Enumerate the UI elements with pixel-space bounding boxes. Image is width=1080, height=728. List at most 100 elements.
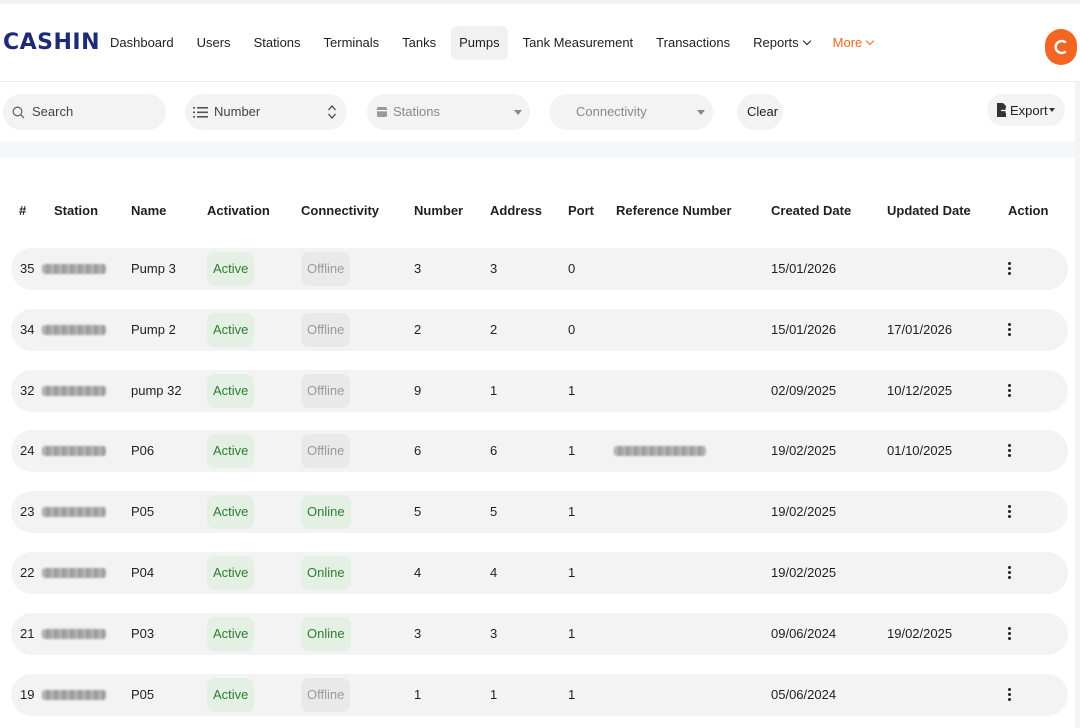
activation-badge: Active xyxy=(207,434,255,469)
cell-address: 1 xyxy=(490,686,498,702)
search-icon xyxy=(12,106,25,119)
cell-id: 22 xyxy=(20,565,35,580)
connectivity-badge: Offline xyxy=(301,252,351,286)
column-header-action[interactable]: Action xyxy=(1008,203,1048,218)
table-row[interactable]: 23 P05 Active Online 5 5 1 19/02/2025 xyxy=(11,491,1068,534)
clear-button[interactable]: Clear xyxy=(737,94,783,130)
more-vertical-icon[interactable] xyxy=(1004,442,1014,460)
table-row[interactable]: 19 P05 Active Offline 1 1 1 05/06/2024 xyxy=(11,673,1068,716)
export-icon xyxy=(997,103,1008,117)
more-vertical-icon[interactable] xyxy=(1004,260,1014,278)
nav-item-transactions[interactable]: Transactions xyxy=(648,26,738,60)
cell-port: 1 xyxy=(568,686,576,702)
nav-item-tank-measurement[interactable]: Tank Measurement xyxy=(515,26,642,60)
cell-created-date: 19/02/2025 xyxy=(771,443,837,459)
cell-updated-date: 10/12/2025 xyxy=(887,382,953,398)
cell-name: Pump 2 xyxy=(131,321,176,337)
column-header-created-date[interactable]: Created Date xyxy=(771,203,851,218)
search-input[interactable]: Search xyxy=(3,94,166,130)
chevron-down-icon xyxy=(514,110,522,115)
more-vertical-icon[interactable] xyxy=(1004,686,1014,704)
cell-name: P03 xyxy=(131,625,155,641)
cell-port: 1 xyxy=(568,443,576,459)
cell-station-redacted xyxy=(42,264,106,274)
column-header-address[interactable]: Address xyxy=(490,203,542,218)
table-row[interactable]: 32 pump 32 Active Offline 9 1 1 02/09/2025 10/12… xyxy=(11,369,1068,412)
cell-name: Pump 3 xyxy=(131,261,176,276)
cell-port: 1 xyxy=(568,504,576,520)
connectivity-badge: Offline xyxy=(301,312,351,347)
activation-badge: Active xyxy=(207,373,255,408)
cell-address: 4 xyxy=(490,565,498,580)
connectivity-badge: Offline xyxy=(301,434,351,469)
column-header-port[interactable]: Port xyxy=(568,203,594,218)
more-vertical-icon[interactable] xyxy=(1004,503,1014,521)
nav-item-reports[interactable]: Reports xyxy=(745,26,818,60)
nav-item-tanks[interactable]: Tanks xyxy=(394,26,444,60)
nav-item-terminals[interactable]: Terminals xyxy=(316,26,388,60)
nav-item-pumps[interactable]: Pumps xyxy=(451,26,508,60)
cell-port: 1 xyxy=(568,382,576,398)
cell-id: 35 xyxy=(20,261,35,276)
cell-number: 3 xyxy=(414,261,422,276)
export-button[interactable]: Export xyxy=(987,94,1065,126)
table-row[interactable]: 24 P06 Active Offline 6 6 1 19/02/2025 01/10/202… xyxy=(11,430,1068,473)
filter-bar: Search Number Stations Connectivity Clea… xyxy=(0,94,1080,130)
more-vertical-icon[interactable] xyxy=(1004,564,1014,582)
stations-select[interactable]: Stations xyxy=(367,94,530,130)
cell-created-date: 05/06/2024 xyxy=(771,686,837,702)
nav-item-stations[interactable]: Stations xyxy=(246,26,309,60)
nav-item-dashboard[interactable]: Dashboard xyxy=(102,26,182,60)
table-row[interactable]: 21 P03 Active Online 3 3 1 09/06/2024 19/02/2025 xyxy=(11,612,1068,655)
cell-address: 3 xyxy=(490,261,498,276)
app-logo[interactable]: CASHIN xyxy=(3,30,100,55)
cell-station-redacted xyxy=(42,507,106,518)
cell-name: P06 xyxy=(131,443,155,459)
column-header-updated-date[interactable]: Updated Date xyxy=(887,203,971,218)
column-header-index[interactable]: # xyxy=(19,203,26,218)
cell-port: 1 xyxy=(568,565,576,580)
chevron-down-icon xyxy=(866,36,875,46)
column-header-connectivity[interactable]: Connectivity xyxy=(301,203,379,218)
nav-item-more[interactable]: More xyxy=(825,26,882,60)
nav-item-users[interactable]: Users xyxy=(189,26,239,60)
connectivity-select[interactable]: Connectivity xyxy=(549,94,713,130)
cell-station-redacted xyxy=(42,689,106,700)
column-header-number[interactable]: Number xyxy=(414,203,463,218)
cell-port: 0 xyxy=(568,321,576,337)
connectivity-placeholder: Connectivity xyxy=(576,104,647,119)
table-row[interactable]: 34 Pump 2 Active Offline 2 2 0 15/01/2026 17/01/… xyxy=(11,308,1068,351)
cell-updated-date: 19/02/2025 xyxy=(887,625,953,641)
user-avatar[interactable] xyxy=(1045,29,1077,65)
column-header-reference-number[interactable]: Reference Number xyxy=(616,203,732,218)
cell-station-redacted xyxy=(42,446,106,457)
activation-badge: Active xyxy=(207,312,255,347)
cell-number: 4 xyxy=(414,565,422,580)
stations-placeholder: Stations xyxy=(393,104,440,119)
activation-badge: Active xyxy=(207,556,255,590)
list-icon xyxy=(193,107,208,118)
column-header-activation[interactable]: Activation xyxy=(207,203,270,218)
more-vertical-icon[interactable] xyxy=(1004,382,1014,400)
avatar-icon xyxy=(1054,39,1067,55)
number-sort-select[interactable]: Number xyxy=(185,94,347,130)
nav-item-label: Tanks xyxy=(402,35,437,50)
more-vertical-icon[interactable] xyxy=(1004,625,1014,643)
cell-address: 6 xyxy=(490,443,498,459)
main-nav: Dashboard Users Stations Terminals Tanks Pump… xyxy=(102,26,888,60)
column-header-station[interactable]: Station xyxy=(54,203,98,218)
table-row[interactable]: 35 Pump 3 Active Offline 3 3 0 15/01/2026 xyxy=(11,248,1068,290)
chevron-down-icon xyxy=(697,110,705,115)
more-vertical-icon[interactable] xyxy=(1004,321,1014,339)
table-header: # Station Name Activation Connectivity Number… xyxy=(0,200,1080,220)
cell-id: 32 xyxy=(20,382,35,398)
column-header-name[interactable]: Name xyxy=(131,203,166,218)
connectivity-badge: Offline xyxy=(301,677,351,712)
sort-icon xyxy=(328,105,336,119)
nav-item-label: Pumps xyxy=(459,35,500,50)
cell-id: 34 xyxy=(20,321,35,337)
cell-name: P04 xyxy=(131,565,155,580)
chevron-down-icon xyxy=(802,36,811,46)
scrollbar-track[interactable] xyxy=(1075,82,1080,728)
table-row[interactable]: 22 P04 Active Online 4 4 1 19/02/2025 xyxy=(11,552,1068,594)
